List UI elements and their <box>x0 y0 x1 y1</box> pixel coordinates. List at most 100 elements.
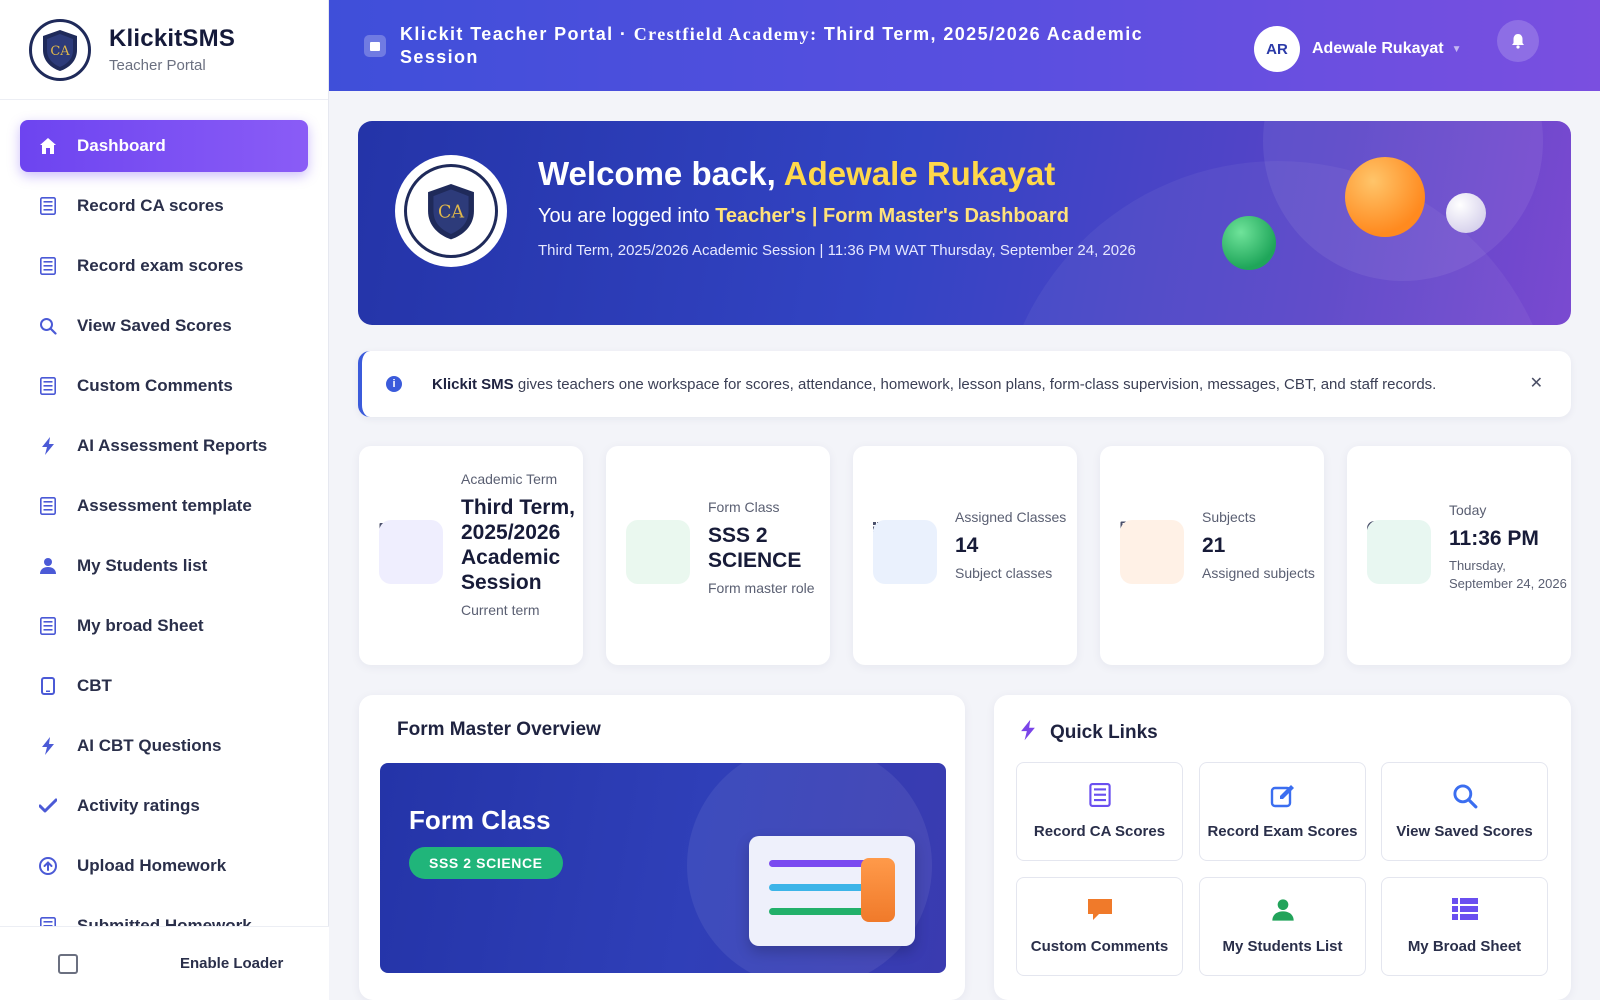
sidebar-item-label: Upload Homework <box>77 856 227 875</box>
sidebar-item-record-exam-scores[interactable]: Record exam scores <box>20 240 308 292</box>
quick-link-record-ca-scores[interactable]: Record CA Scores <box>1016 762 1183 861</box>
quick-link-label: View Saved Scores <box>1396 823 1533 840</box>
school-crest-logo: CA <box>395 155 507 267</box>
info-icon: i <box>386 376 402 392</box>
list-icon <box>38 616 58 636</box>
sidebar-item-label: My broad Sheet <box>77 616 204 635</box>
stat-swatch <box>379 520 443 584</box>
list-icon <box>38 256 58 276</box>
stat-label: Subjects <box>1202 509 1256 525</box>
stat-label: Today <box>1449 502 1487 518</box>
stat-label: Academic Term <box>461 471 558 487</box>
form-class-badge: SSS 2 SCIENCE <box>409 847 563 879</box>
quick-link-label: Record Exam Scores <box>1207 823 1358 840</box>
sidebar-item-label: Assessment template <box>77 496 252 515</box>
sidebar-item-label: AI Assessment Reports <box>77 436 268 455</box>
enable-loader-label: Enable Loader <box>180 955 284 972</box>
document-illustration-icon <box>749 836 915 946</box>
close-icon[interactable]: ✕ <box>1530 373 1543 393</box>
sidebar-item-cbt[interactable]: CBT <box>20 660 308 712</box>
stat-value: 21 <box>1202 534 1226 557</box>
sidebar: CA KlickitSMS Teacher Portal Dashboard R… <box>0 0 329 1000</box>
search-icon <box>38 316 58 336</box>
stat-foot: Assigned subjects <box>1202 565 1315 581</box>
table-icon <box>1382 898 1547 920</box>
quick-link-my-broad-sheet[interactable]: My Broad Sheet <box>1381 877 1548 976</box>
form-master-overview-panel: Form Master Overview Form Class SSS 2 SC… <box>359 695 965 1000</box>
welcome-banner: CA Welcome back, Adewale Rukayat You are… <box>358 121 1571 325</box>
sidebar-item-upload-homework[interactable]: Upload Homework <box>20 840 308 892</box>
user-icon <box>38 556 58 576</box>
user-menu[interactable]: AR Adewale Rukayat ▼ <box>1254 26 1462 72</box>
calendar-icon <box>364 34 386 57</box>
bolt-icon <box>1020 719 1036 747</box>
sidebar-item-label: Activity ratings <box>77 796 200 815</box>
sidebar-item-record-ca-scores[interactable]: Record CA scores <box>20 180 308 232</box>
sidebar-item-label: AI CBT Questions <box>77 736 222 755</box>
stat-card-academic-term: Academic Term Third Term, 2025/2026 Acad… <box>359 446 583 665</box>
edit-icon <box>1200 783 1365 809</box>
upload-icon <box>38 856 58 876</box>
sidebar-item-assessment-template[interactable]: Assessment template <box>20 480 308 532</box>
decorative-sphere <box>1345 157 1425 237</box>
list-icon <box>1017 783 1182 807</box>
stat-foot: Subject classes <box>955 565 1053 581</box>
user-icon <box>1200 898 1365 922</box>
sidebar-item-label: CBT <box>77 676 112 695</box>
sidebar-item-label: Dashboard <box>77 136 166 155</box>
welcome-heading: Welcome back, Adewale Rukayat <box>538 155 1056 192</box>
stat-value: 14 <box>955 534 979 557</box>
check-icon <box>38 796 58 816</box>
sidebar-item-dashboard[interactable]: Dashboard <box>20 120 308 172</box>
sidebar-item-my-students-list[interactable]: My Students list <box>20 540 308 592</box>
stat-value: 11:36 PM <box>1449 527 1539 550</box>
sidebar-item-view-saved-scores[interactable]: View Saved Scores <box>20 300 308 352</box>
quick-links-panel: Quick Links Record CA Scores Record Exam… <box>994 695 1571 1000</box>
top-bar: Klickit Teacher Portal · Crestfield Acad… <box>329 0 1600 91</box>
bolt-icon <box>38 736 58 756</box>
form-class-card[interactable]: Form Class SSS 2 SCIENCE <box>380 763 946 973</box>
quick-link-view-saved-scores[interactable]: View Saved Scores <box>1381 762 1548 861</box>
tablet-icon <box>38 676 58 696</box>
panel-title: Quick Links <box>1050 722 1158 743</box>
bell-icon[interactable] <box>1497 20 1539 62</box>
portal-title: Klickit Teacher Portal · Crestfield Acad… <box>400 23 1144 67</box>
home-icon <box>38 136 58 156</box>
quick-link-label: My Broad Sheet <box>1407 938 1522 955</box>
bolt-icon <box>38 436 58 456</box>
stat-foot: Form master role <box>708 580 815 596</box>
sidebar-item-submitted-homework[interactable]: Submitted Homework <box>20 900 308 928</box>
decorative-sphere <box>1222 216 1276 270</box>
enable-loader-checkbox[interactable] <box>58 953 78 974</box>
stat-label: Assigned Classes <box>955 509 1067 525</box>
sidebar-item-custom-comments[interactable]: Custom Comments <box>20 360 308 412</box>
sidebar-item-ai-assessment-reports[interactable]: AI Assessment Reports <box>20 420 308 472</box>
quick-link-my-students-list[interactable]: My Students List <box>1199 877 1366 976</box>
user-name: Adewale Rukayat <box>1312 40 1444 57</box>
stat-label: Form Class <box>708 499 780 515</box>
sidebar-item-label: Record exam scores <box>77 256 244 275</box>
stat-swatch <box>873 520 937 584</box>
sidebar-item-label: Custom Comments <box>77 376 233 395</box>
stat-card-assigned-classes: Assigned Classes 14 Subject classes <box>853 446 1077 665</box>
stat-card-subjects: Subjects 21 Assigned subjects <box>1100 446 1324 665</box>
sidebar-item-label: Record CA scores <box>77 196 224 215</box>
quick-link-record-exam-scores[interactable]: Record Exam Scores <box>1199 762 1366 861</box>
panel-title: Form Master Overview <box>397 719 601 740</box>
stat-value: SSS 2 SCIENCE <box>708 524 802 572</box>
sidebar-item-label: My Students list <box>77 556 208 575</box>
list-icon <box>38 496 58 516</box>
session-datetime: Third Term, 2025/2026 Academic Session |… <box>538 242 1136 259</box>
brand-subtitle: Teacher Portal <box>109 57 206 74</box>
quick-link-label: My Students List <box>1222 938 1343 955</box>
sidebar-item-my-broad-sheet[interactable]: My broad Sheet <box>20 600 308 652</box>
quick-link-custom-comments[interactable]: Custom Comments <box>1016 877 1183 976</box>
sidebar-nav: Dashboard Record CA scores Record exam s… <box>0 100 328 928</box>
search-icon <box>1382 783 1547 809</box>
chevron-down-icon: ▼ <box>1451 43 1462 55</box>
stat-card-today: Today 11:36 PM Thursday, September 24, 2… <box>1347 446 1571 665</box>
dashboard-context: You are logged into Teacher's | Form Mas… <box>538 205 1069 227</box>
quick-link-label: Record CA Scores <box>1033 823 1166 840</box>
sidebar-item-activity-ratings[interactable]: Activity ratings <box>20 780 308 832</box>
sidebar-item-ai-cbt-questions[interactable]: AI CBT Questions <box>20 720 308 772</box>
